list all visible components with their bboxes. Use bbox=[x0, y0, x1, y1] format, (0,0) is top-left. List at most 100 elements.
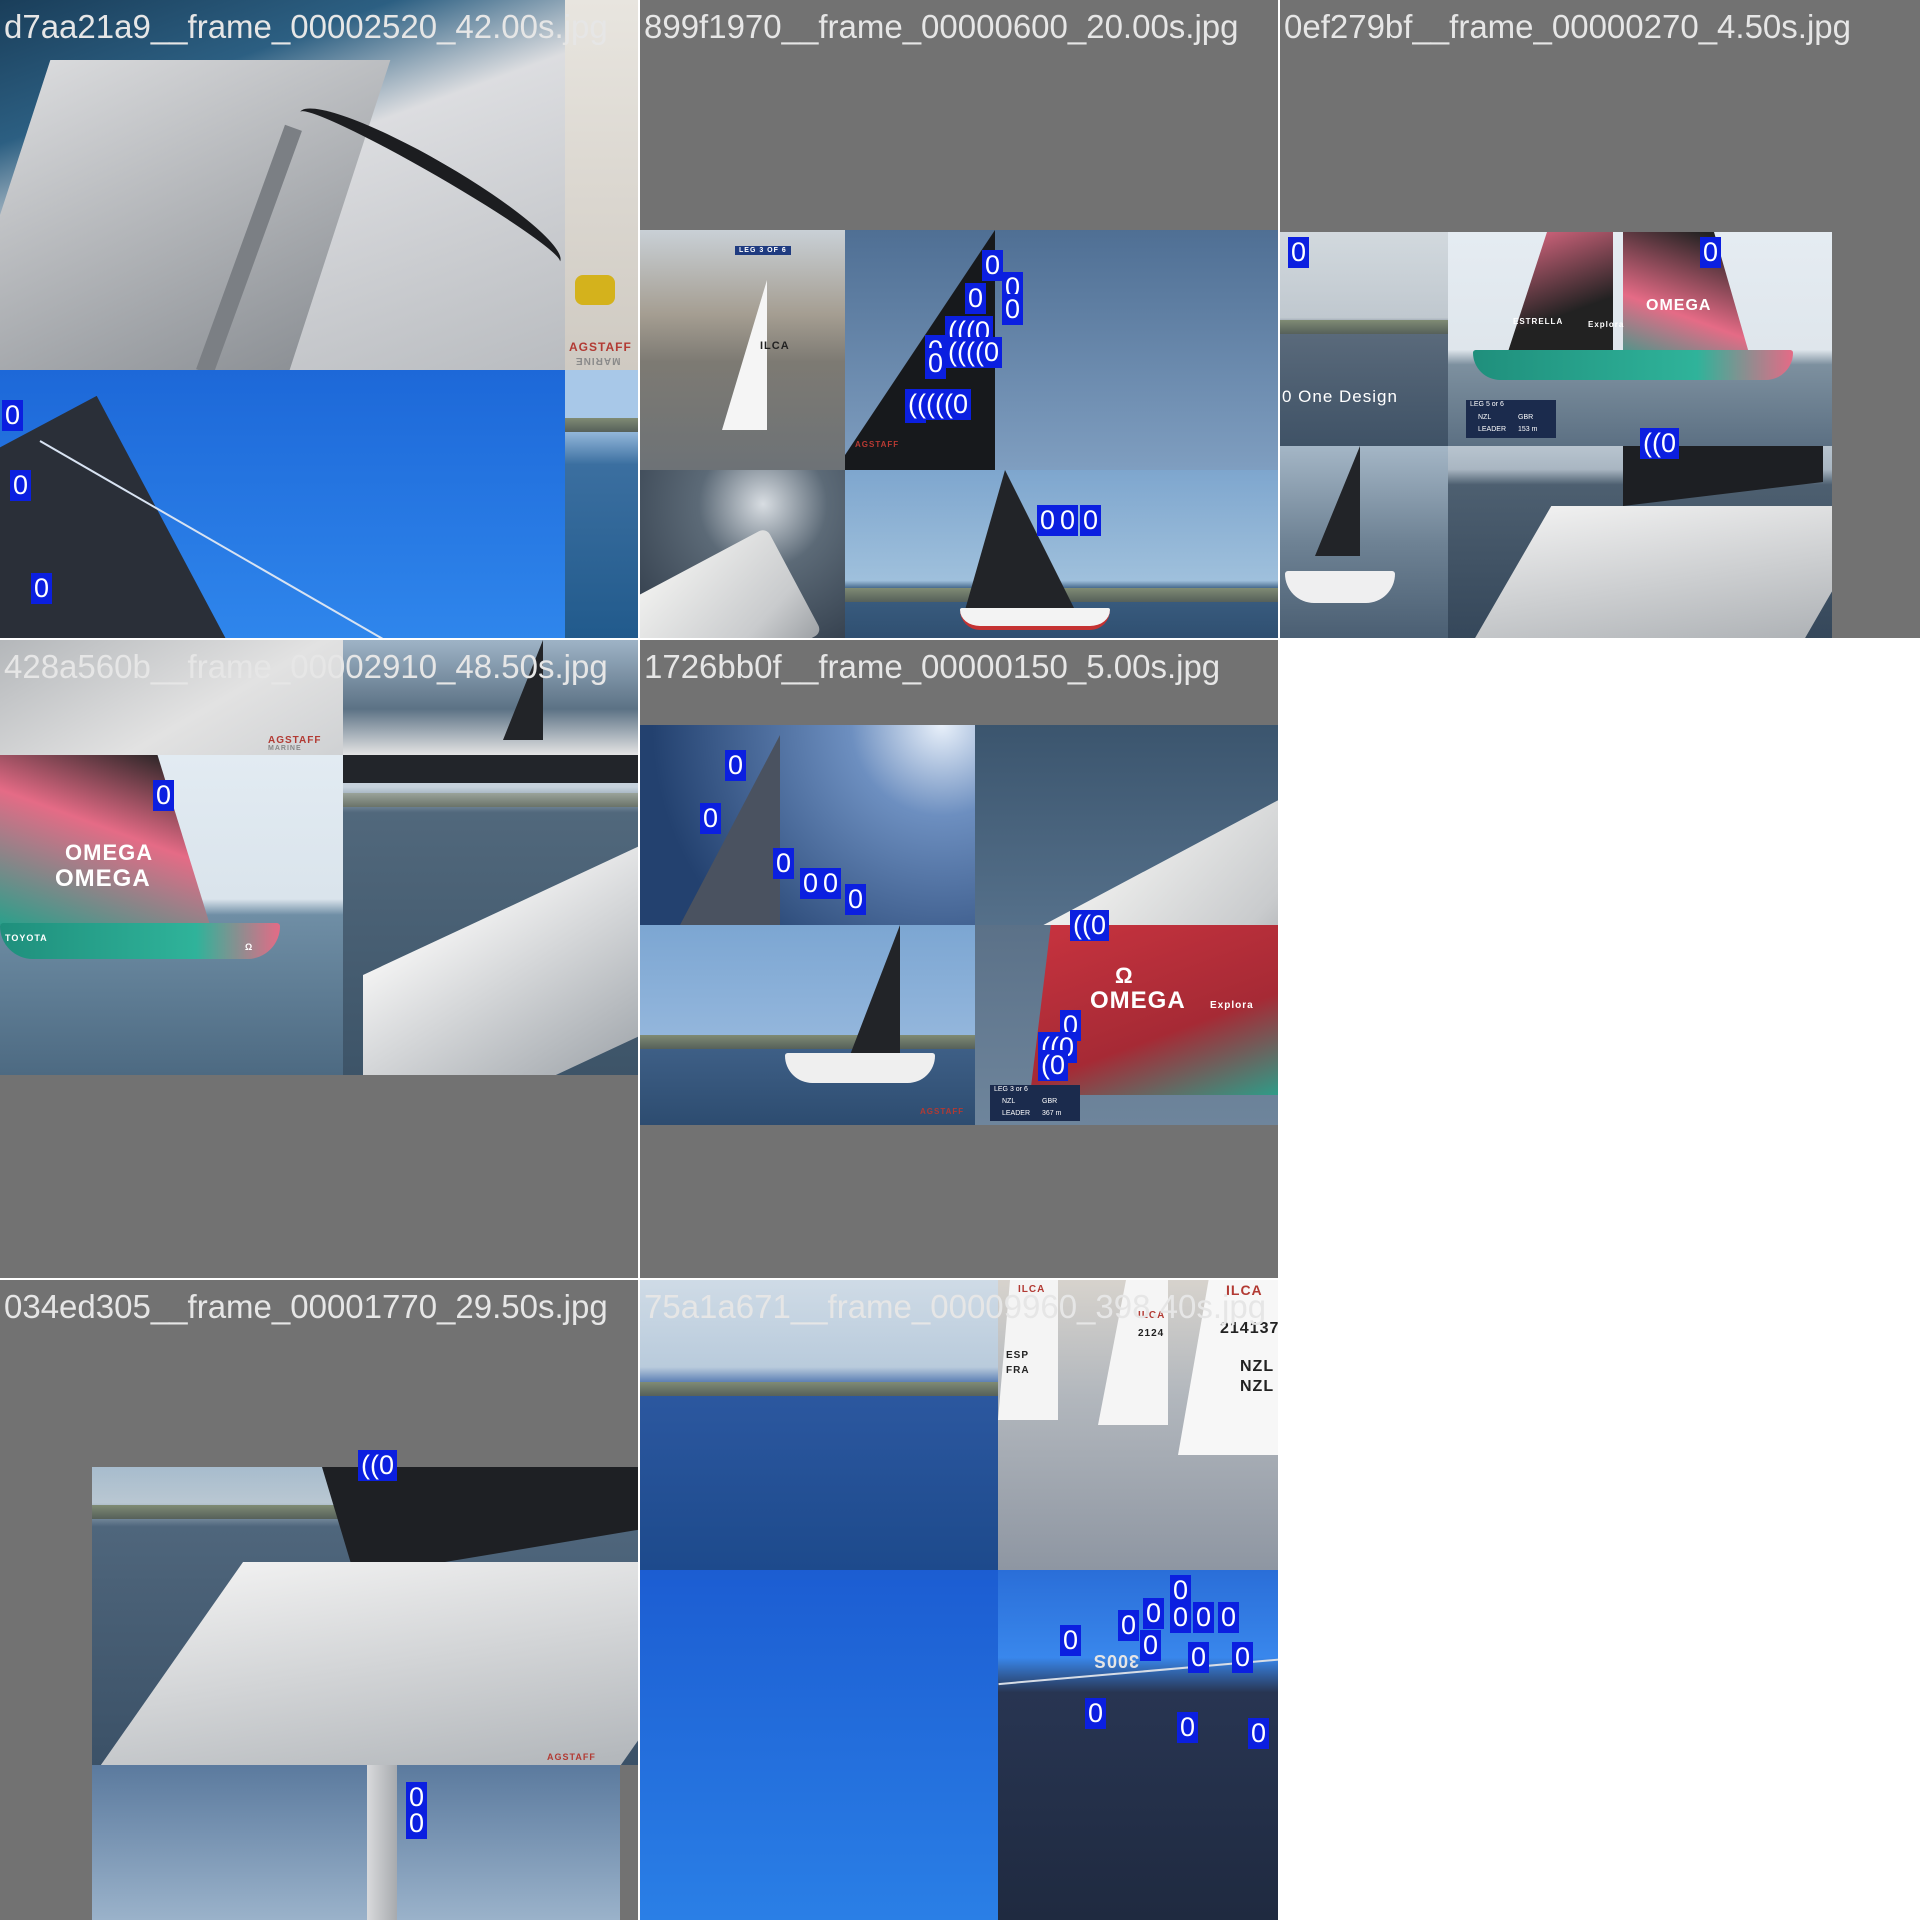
scoreboard-leg: LEG 3 or 6 bbox=[994, 1086, 1028, 1093]
omega-symbol: OMEGA bbox=[65, 840, 154, 865]
cell-filename: 428a560b__frame_00002910_48.50s.jpg bbox=[4, 648, 608, 685]
detection-box: 0 bbox=[1193, 1602, 1215, 1633]
white-hull bbox=[1285, 571, 1395, 603]
tile-crew-yacht: AGSTAFF bbox=[640, 925, 975, 1125]
mosaic-cell-3: AGSTAFF MARINE OMEGA OMEGA Ω TOYOTA 0 bbox=[0, 640, 640, 1280]
scoreboard-leader: LEADER bbox=[1478, 426, 1507, 433]
detection-box: 0 bbox=[800, 868, 822, 899]
sponsor-text: AGSTAFF bbox=[855, 440, 900, 449]
tile-deck-wake bbox=[975, 725, 1280, 925]
tile-yacht-under-sail bbox=[845, 470, 1280, 640]
sail-country: NZL bbox=[1240, 1358, 1275, 1375]
sponsor-text-2: MARINE bbox=[575, 355, 621, 366]
scoreboard-leg: LEG 5 or 6 bbox=[1470, 401, 1504, 408]
detection-box: 0 bbox=[1118, 1610, 1140, 1641]
tile-bow-harbour: AGSTAFF bbox=[92, 1467, 640, 1765]
detection-box: 0 bbox=[1080, 505, 1102, 536]
detection-box: 0 bbox=[1140, 1630, 1162, 1661]
black-sail bbox=[850, 925, 900, 1055]
shoreline bbox=[640, 1382, 998, 1396]
shoreline bbox=[640, 1035, 975, 1049]
cell-filename: 034ed305__frame_00001770_29.50s.jpg bbox=[4, 1288, 608, 1325]
sponsor-text-2: MARINE bbox=[268, 745, 302, 752]
black-main bbox=[1005, 470, 1075, 610]
scoreboard-team-2: GBR bbox=[1042, 1098, 1058, 1105]
detection-box: ((0 bbox=[358, 1450, 397, 1481]
detection-box: ((((0 bbox=[945, 337, 1002, 368]
tile-crew-sailing bbox=[1280, 446, 1448, 640]
race-scoreboard: LEG 3 or 6 NZL GBR LEADER 367 m bbox=[990, 1085, 1080, 1121]
tile-harbour-bridge bbox=[343, 755, 640, 1075]
shoreline bbox=[1280, 320, 1448, 334]
deck-surface bbox=[92, 1562, 640, 1765]
white-sail bbox=[722, 280, 767, 430]
sail-number-2: 2124 bbox=[1138, 1328, 1165, 1339]
detection-box: ((0 bbox=[1640, 428, 1679, 459]
sponsor-text-1: AGSTAFF bbox=[569, 340, 632, 354]
detection-box: 0 bbox=[31, 573, 53, 604]
sponsor-explora: Explora bbox=[1588, 320, 1625, 329]
detection-box: 0 bbox=[1057, 505, 1079, 536]
detection-box: 0 bbox=[1177, 1712, 1199, 1743]
omega-symbol: Ω bbox=[1115, 963, 1134, 988]
detection-box: 0 bbox=[700, 803, 722, 834]
scoreboard-team-1: NZL bbox=[1002, 1098, 1016, 1105]
tile-sun-glitter-deck bbox=[640, 470, 845, 640]
mosaic-cell-1: LEG 3 OF 6 ILCA AGSTAFF 0 0 0 0 (((0 0 (… bbox=[640, 0, 1280, 640]
grid-separator bbox=[0, 1278, 1280, 1280]
deck-surface bbox=[1464, 506, 1832, 640]
cell-filename: 899f1970__frame_00000600_20.00s.jpg bbox=[644, 8, 1239, 45]
grid-separator bbox=[638, 0, 640, 1920]
detection-box: 0 bbox=[1037, 505, 1059, 536]
winch-handle bbox=[575, 275, 615, 305]
sail-country-3: ESP bbox=[1006, 1350, 1030, 1361]
detection-box: 0 bbox=[965, 283, 987, 314]
black-sail bbox=[1315, 446, 1360, 556]
sponsor-estrella: ESTRELLA bbox=[1513, 317, 1564, 326]
tile-ac75-foiling: OMEGA ESTRELLA Explora LEG 5 or 6 NZL GB… bbox=[1448, 232, 1832, 446]
sponsor-omega-small: Ω bbox=[245, 942, 254, 952]
detection-box: 0 bbox=[773, 848, 795, 879]
sponsor-explora: Explora bbox=[1210, 1000, 1254, 1011]
hull-number: 300S bbox=[1093, 1651, 1140, 1671]
black-jib bbox=[965, 470, 1005, 610]
sponsor-text: AGSTAFF bbox=[920, 1107, 965, 1116]
sponsor-omega: OMEGA bbox=[55, 865, 151, 892]
tile-winch-closeup: AGSTAFF MARINE bbox=[565, 0, 640, 370]
scoreboard-distance: 153 m bbox=[1518, 426, 1538, 433]
tile-omega-hull: Ω OMEGA Explora LEG 3 or 6 NZL GBR LEADE… bbox=[975, 925, 1280, 1125]
detection-box: 0 bbox=[1218, 1602, 1240, 1633]
grid-separator bbox=[1278, 640, 1280, 1920]
detection-box: 0 bbox=[1002, 294, 1024, 325]
detection-box: 0 bbox=[1248, 1718, 1270, 1749]
detection-box: 0 bbox=[2, 400, 24, 431]
detection-box: (0 bbox=[1038, 1050, 1069, 1081]
cockpit-floor bbox=[0, 60, 391, 370]
detection-box: 0 bbox=[1232, 1642, 1254, 1673]
tile-sea-horizon bbox=[565, 370, 640, 640]
detection-box: 0 bbox=[1060, 1625, 1082, 1656]
detection-box: 0 bbox=[1170, 1602, 1192, 1633]
mosaic-cell-6: ILCA 214137 NZL NZL ILCA 2124 ILCA ESP F… bbox=[640, 1280, 1280, 1920]
mosaic-cell-0: AGSTAFF MARINE 0 0 0 bbox=[0, 0, 640, 640]
sponsor-omega: OMEGA bbox=[1090, 987, 1186, 1014]
detection-box: 0 bbox=[1188, 1642, 1210, 1673]
tile-blue-sky bbox=[640, 1570, 998, 1920]
tile-black-sail-sky: AGSTAFF bbox=[845, 230, 1280, 470]
mosaic-cell-2: 0 One Design OMEGA ESTRELLA Explora LEG … bbox=[1280, 0, 1920, 640]
detection-box: 0 bbox=[1085, 1698, 1107, 1729]
tile-bow-view bbox=[1448, 446, 1832, 640]
tile-mast-sky bbox=[92, 1765, 620, 1920]
detection-box: 0 bbox=[725, 750, 747, 781]
sail-class-text: ILCA bbox=[760, 340, 790, 352]
detection-box: 0 bbox=[845, 884, 867, 915]
boom-sail bbox=[322, 1467, 640, 1577]
detection-box: 0 bbox=[10, 470, 32, 501]
foiling-hull bbox=[1473, 350, 1793, 380]
mosaic-cell-5: AGSTAFF ((0 0 0 bbox=[0, 1280, 640, 1920]
cell-filename: 1726bb0f__frame_00000150_5.00s.jpg bbox=[644, 648, 1221, 685]
deck-surface bbox=[640, 527, 822, 640]
grid-separator bbox=[0, 638, 1920, 640]
detection-box: 0 bbox=[820, 868, 842, 899]
sponsor-toyota: TOYOTA bbox=[5, 933, 48, 943]
